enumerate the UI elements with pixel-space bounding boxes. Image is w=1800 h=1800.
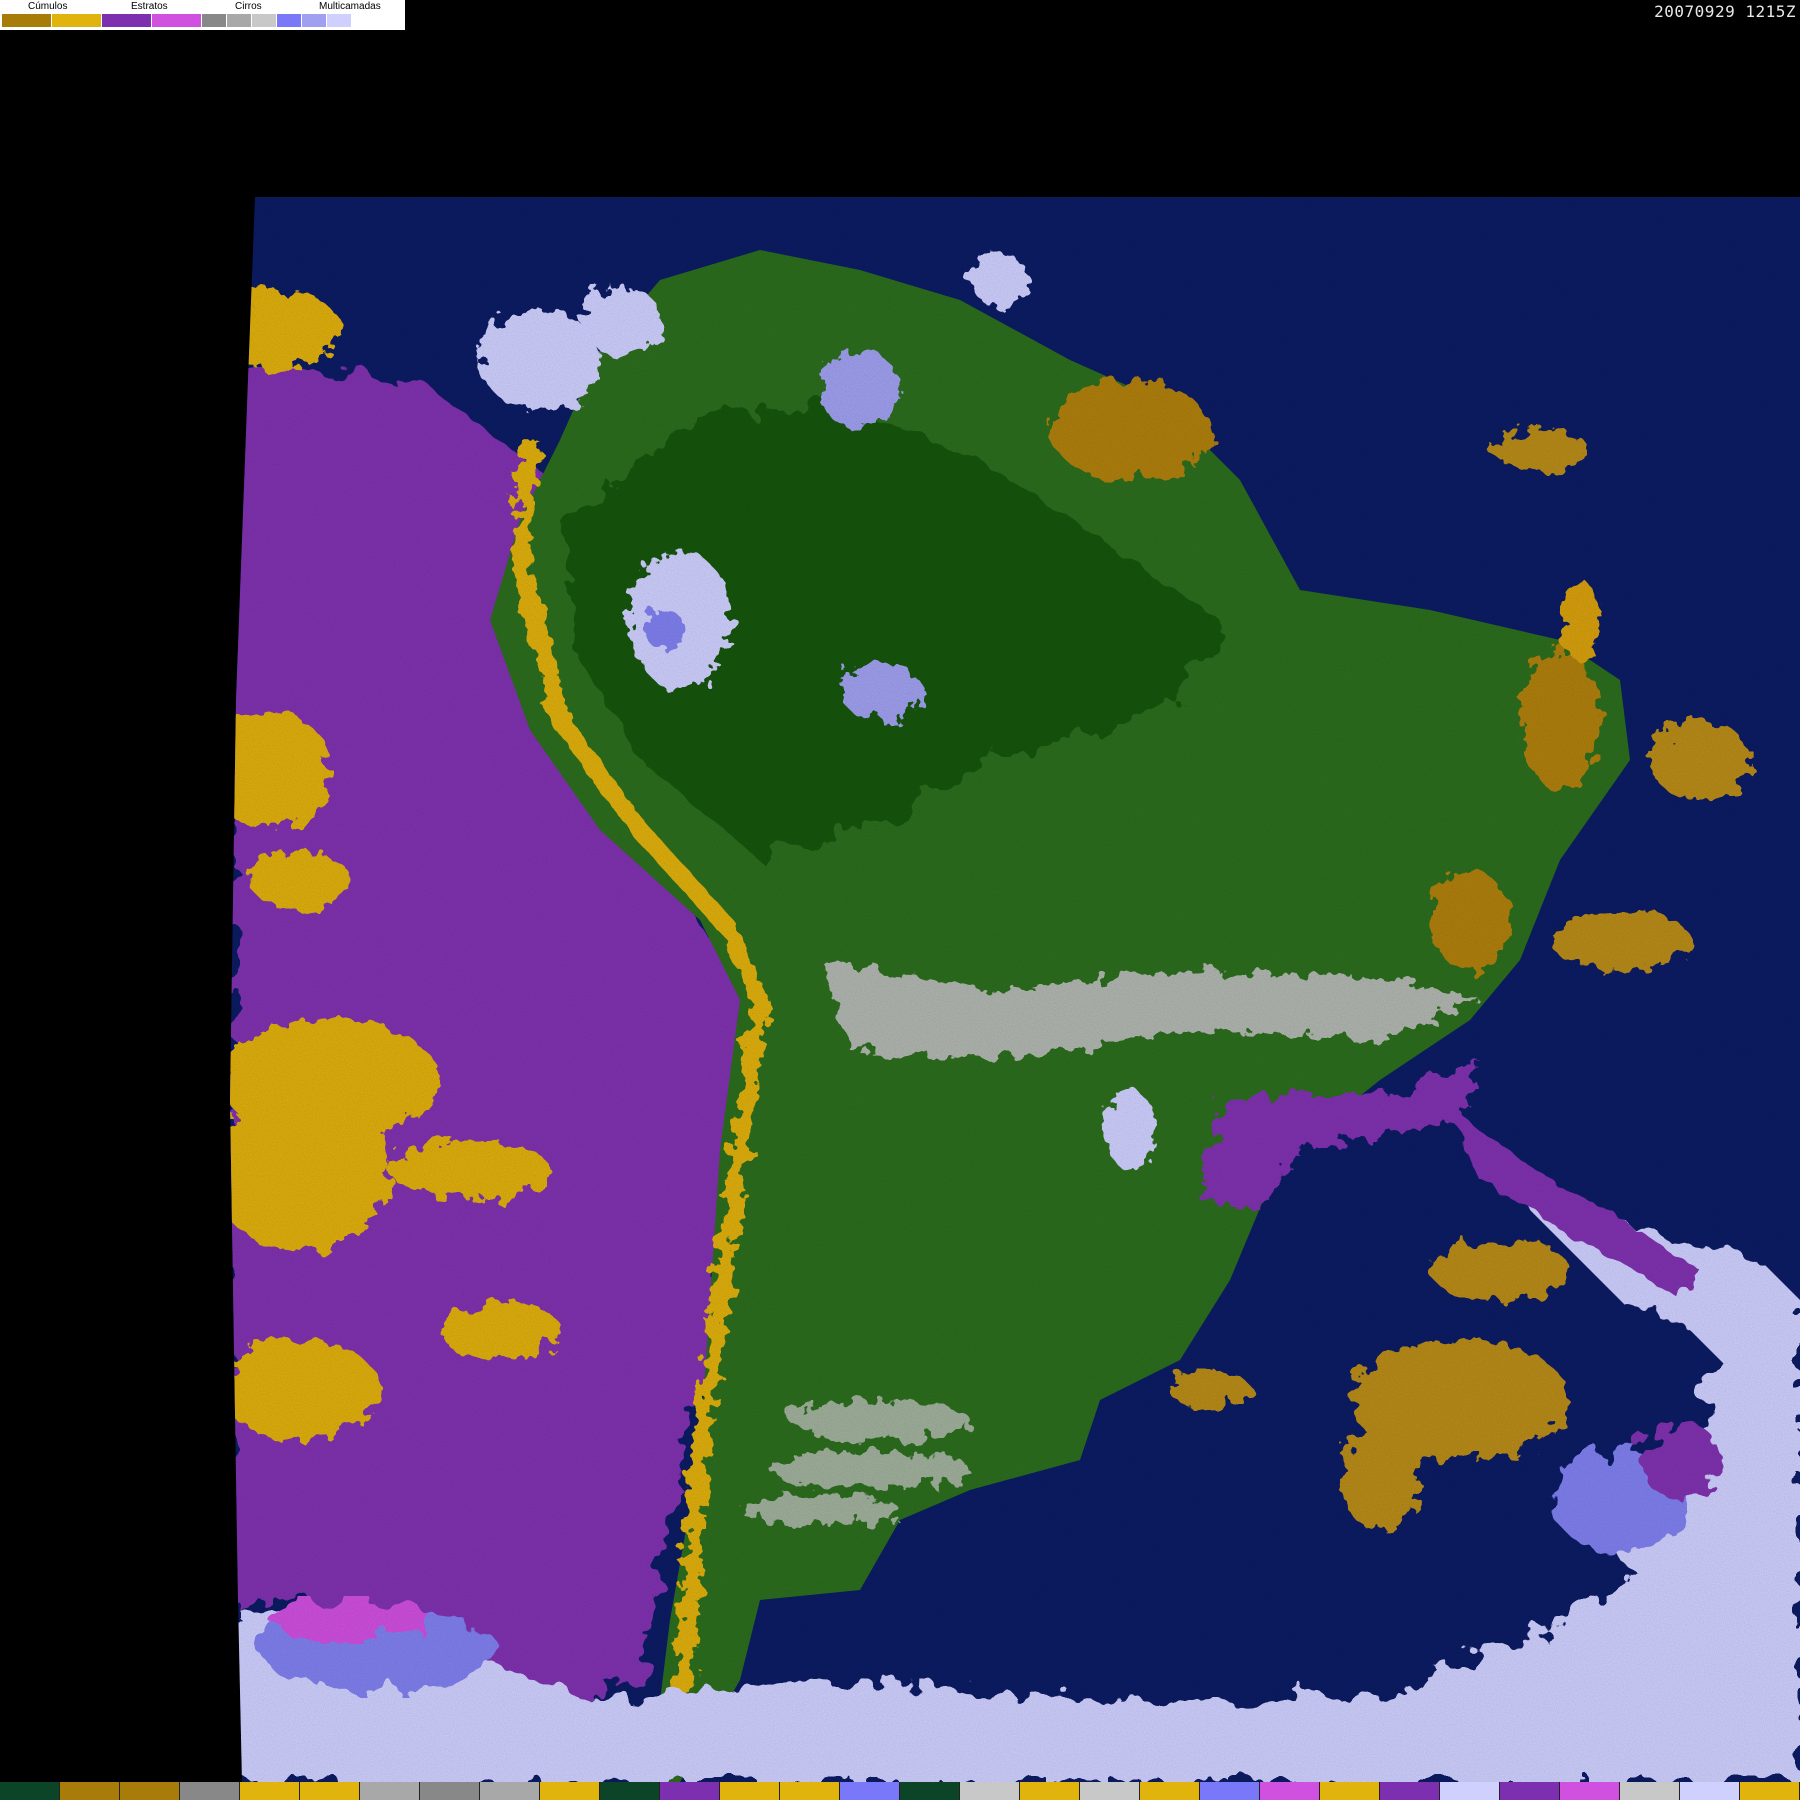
legend-label-cumulus: Cúmulos: [28, 1, 68, 12]
strip-cell: [1020, 1782, 1080, 1800]
strip-cell: [1560, 1782, 1620, 1800]
strip-cell: [1380, 1782, 1440, 1800]
imaged-region: [230, 197, 1800, 1782]
legend-swatch: [302, 14, 327, 27]
satellite-image: [230, 197, 1800, 1782]
legend-swatch: [227, 14, 252, 27]
strip-cell: [720, 1782, 780, 1800]
strip-cell: [1200, 1782, 1260, 1800]
legend-swatch: [277, 14, 302, 27]
strip-cell: [1440, 1782, 1500, 1800]
strip-cell: [900, 1782, 960, 1800]
strip-cell: [780, 1782, 840, 1800]
legend-swatch: [252, 14, 277, 27]
legend-label-cirrus: Cirros: [235, 1, 262, 12]
speckle-texture: [230, 197, 1800, 1782]
strip-cell: [840, 1782, 900, 1800]
legend-label-stratus: Estratos: [131, 1, 168, 12]
strip-cell: [0, 1782, 60, 1800]
strip-cell: [1680, 1782, 1740, 1800]
strip-cell: [600, 1782, 660, 1800]
strip-cell: [240, 1782, 300, 1800]
strip-cell: [1500, 1782, 1560, 1800]
strip-cell: [660, 1782, 720, 1800]
strip-cell: [1140, 1782, 1200, 1800]
strip-cell: [1320, 1782, 1380, 1800]
legend-label-multilayer: Multicamadas: [319, 1, 381, 12]
strip-cell: [1620, 1782, 1680, 1800]
image-timestamp: 20070929 1215Z: [1654, 2, 1796, 21]
strip-cell: [300, 1782, 360, 1800]
bottom-color-strip: [0, 1782, 1800, 1800]
legend-swatch: [102, 14, 152, 27]
strip-cell: [1260, 1782, 1320, 1800]
strip-cell: [360, 1782, 420, 1800]
strip-cell: [420, 1782, 480, 1800]
legend-swatch: [327, 14, 352, 27]
legend-swatch: [2, 14, 52, 27]
legend-labels: Cúmulos Estratos Cirros Multicamadas: [0, 0, 405, 14]
cloud-type-legend: Cúmulos Estratos Cirros Multicamadas: [0, 0, 407, 32]
strip-cell: [540, 1782, 600, 1800]
strip-cell: [120, 1782, 180, 1800]
strip-cell: [1740, 1782, 1800, 1800]
strip-cell: [180, 1782, 240, 1800]
legend-swatches: [2, 14, 352, 27]
legend-swatch: [152, 14, 202, 27]
strip-cell: [480, 1782, 540, 1800]
strip-cell: [960, 1782, 1020, 1800]
strip-cell: [1080, 1782, 1140, 1800]
legend-swatch: [52, 14, 102, 27]
strip-cell: [60, 1782, 120, 1800]
legend-swatch: [202, 14, 227, 27]
